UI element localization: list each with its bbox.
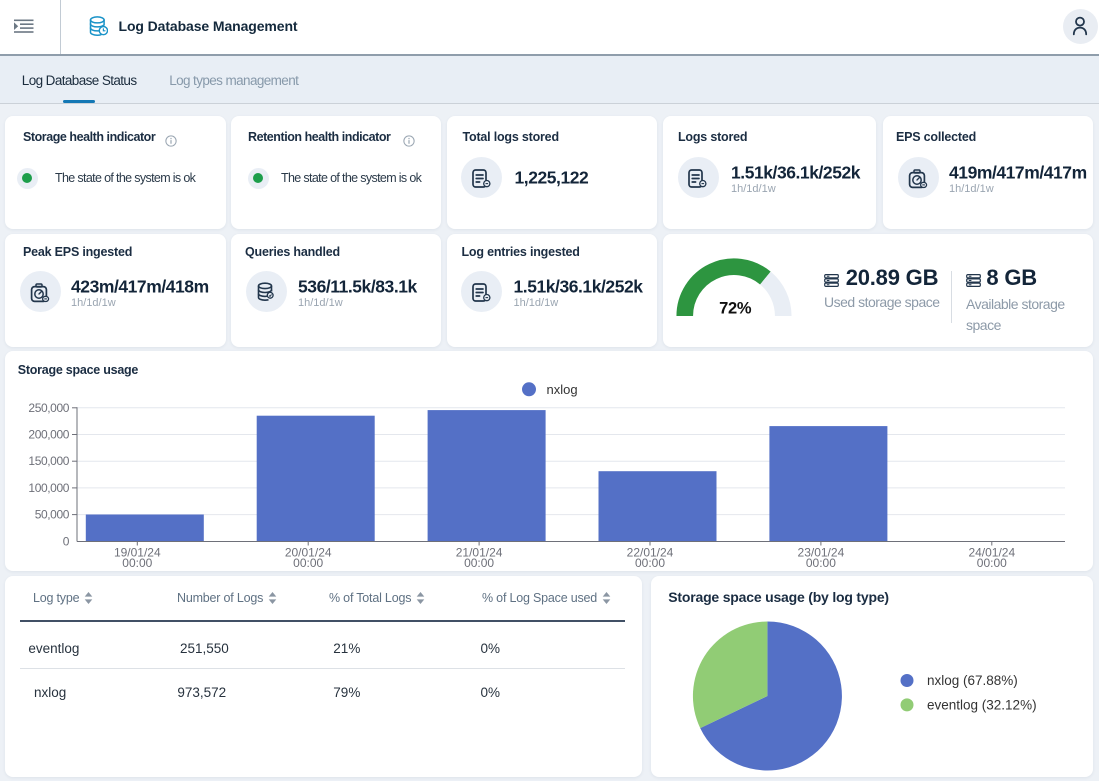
svg-text:250,000: 250,000 [28,400,69,414]
svg-text:0: 0 [63,534,70,548]
svg-text:00:00: 00:00 [293,555,323,569]
svg-text:eventlog (32.12%): eventlog (32.12%) [927,697,1037,712]
svg-text:00:00: 00:00 [977,555,1007,569]
svg-text:100,000: 100,000 [28,480,69,494]
svg-text:00:00: 00:00 [464,555,494,569]
svg-text:nxlog: nxlog [547,382,578,397]
svg-text:00:00: 00:00 [122,555,152,569]
svg-text:150,000: 150,000 [28,454,69,468]
svg-text:nxlog (67.88%): nxlog (67.88%) [927,673,1018,688]
svg-text:00:00: 00:00 [806,555,836,569]
svg-text:200,000: 200,000 [28,427,69,441]
svg-text:00:00: 00:00 [635,555,665,569]
svg-text:50,000: 50,000 [35,507,70,521]
